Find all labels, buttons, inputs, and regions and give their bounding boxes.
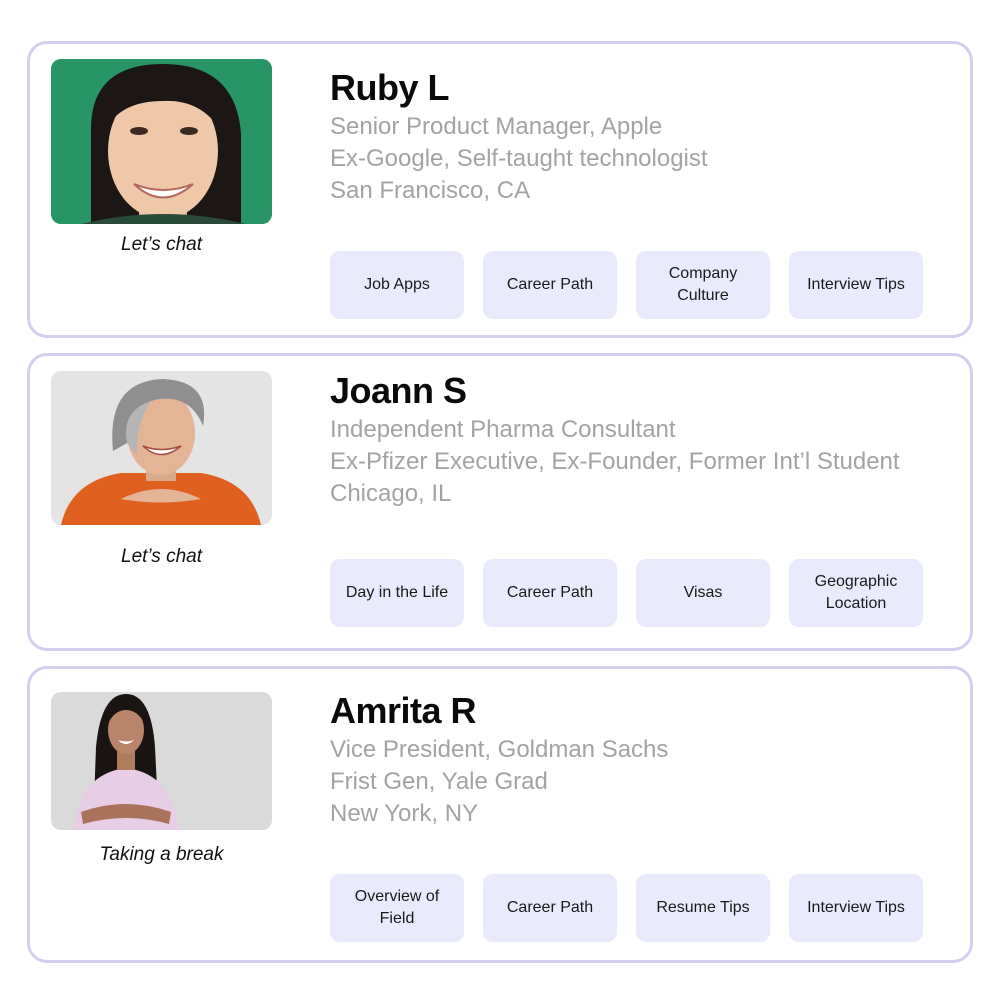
availability-status: Let’s chat	[121, 546, 202, 567]
mentor-name: Joann S	[330, 370, 467, 411]
mentor-photo[interactable]	[51, 692, 272, 830]
topic-tag-button[interactable]: Career Path	[483, 559, 617, 627]
topic-tags: Day in the Life Career Path Visas Geogra…	[330, 559, 923, 627]
topic-tag-button[interactable]: Day in the Life	[330, 559, 464, 627]
mentor-photo[interactable]	[51, 371, 272, 525]
topic-tag-button[interactable]: Career Path	[483, 251, 617, 319]
mentor-card[interactable]: Taking a break Amrita R Vice President, …	[27, 666, 973, 963]
mentor-location: New York, NY	[330, 800, 479, 827]
mentor-name: Ruby L	[330, 67, 450, 108]
mentor-background: Ex-Pfizer Executive, Ex-Founder, Former …	[330, 448, 900, 475]
mentor-title: Independent Pharma Consultant	[330, 416, 676, 443]
mentor-title: Vice President, Goldman Sachs	[330, 736, 669, 763]
mentor-location: San Francisco, CA	[330, 177, 531, 204]
mentor-card[interactable]: Let’s chat Ruby L Senior Product Manager…	[27, 41, 973, 338]
topic-tag-button[interactable]: Resume Tips	[636, 874, 770, 942]
mentor-location: Chicago, IL	[330, 480, 452, 507]
mentor-details: Vice President, Goldman Sachs Frist Gen,…	[330, 734, 960, 830]
portrait-image	[51, 692, 272, 830]
mentor-title: Senior Product Manager, Apple	[330, 113, 663, 140]
mentor-details: Senior Product Manager, Apple Ex-Google,…	[330, 111, 960, 207]
mentor-details: Independent Pharma Consultant Ex-Pfizer …	[330, 414, 960, 510]
availability-status: Let’s chat	[121, 234, 202, 255]
topic-tag-button[interactable]: Interview Tips	[789, 874, 923, 942]
topic-tag-button[interactable]: Visas	[636, 559, 770, 627]
mentor-name: Amrita R	[330, 690, 477, 731]
portrait-image	[51, 59, 272, 224]
topic-tag-button[interactable]: Company Culture	[636, 251, 770, 319]
topic-tag-button[interactable]: Geographic Location	[789, 559, 923, 627]
topic-tags: Job Apps Career Path Company Culture Int…	[330, 251, 923, 319]
mentor-background: Frist Gen, Yale Grad	[330, 768, 548, 795]
availability-status: Taking a break	[99, 844, 224, 865]
topic-tag-button[interactable]: Job Apps	[330, 251, 464, 319]
mentor-background: Ex-Google, Self-taught technologist	[330, 145, 708, 172]
mentor-photo[interactable]	[51, 59, 272, 224]
portrait-image	[51, 371, 272, 525]
mentor-card[interactable]: Let’s chat Joann S Independent Pharma Co…	[27, 353, 973, 651]
topic-tag-button[interactable]: Overview of Field	[330, 874, 464, 942]
topic-tags: Overview of Field Career Path Resume Tip…	[330, 874, 923, 942]
topic-tag-button[interactable]: Career Path	[483, 874, 617, 942]
topic-tag-button[interactable]: Interview Tips	[789, 251, 923, 319]
